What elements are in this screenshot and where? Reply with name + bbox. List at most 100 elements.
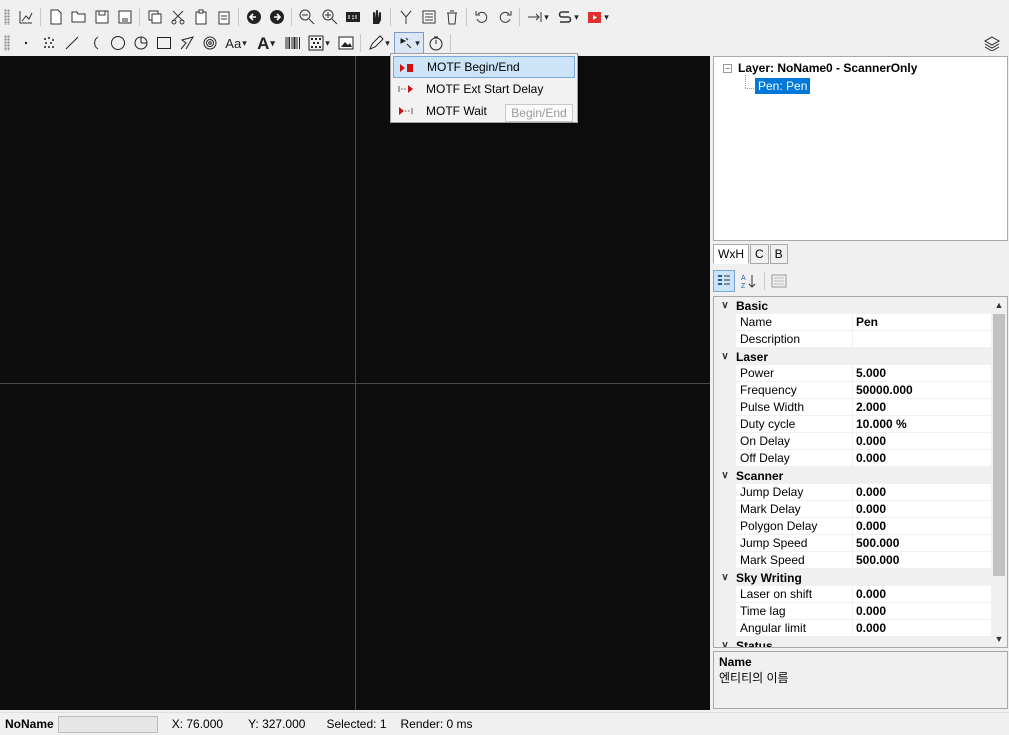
copy-icon[interactable] — [143, 6, 166, 28]
property-row-pulse-width[interactable]: Pulse Width 2.000 — [714, 398, 1007, 416]
polyline-icon[interactable] — [175, 32, 198, 54]
point-cloud-icon[interactable] — [37, 32, 60, 54]
layers-icon[interactable] — [980, 32, 1003, 54]
property-value[interactable]: 500.000 — [853, 553, 899, 567]
property-grid[interactable]: ∨ Basic Name Pen Description ∨ Laser Power 5… — [713, 296, 1008, 648]
category-basic[interactable]: ∨ Basic — [714, 297, 1007, 314]
chevron-down-icon[interactable]: ∨ — [714, 351, 736, 362]
toolbar-grip[interactable] — [4, 9, 10, 25]
property-row-jump-delay[interactable]: Jump Delay 0.000 — [714, 483, 1007, 501]
list-icon[interactable] — [417, 6, 440, 28]
collapse-icon[interactable]: − — [723, 63, 732, 73]
datamatrix-dropdown-icon[interactable] — [304, 32, 334, 54]
chevron-down-icon[interactable]: ∨ — [714, 300, 736, 311]
tab-b[interactable]: B — [769, 244, 788, 264]
pan-hand-icon[interactable] — [364, 6, 387, 28]
scroll-up-icon[interactable]: ▲ — [991, 297, 1007, 313]
property-value[interactable]: 0.000 — [853, 502, 886, 516]
property-row-duty-cycle[interactable]: Duty cycle 10.000 % — [714, 415, 1007, 433]
property-row-jump-speed[interactable]: Jump Speed 500.000 — [714, 534, 1007, 552]
property-value[interactable]: 0.000 — [853, 451, 886, 465]
property-value[interactable]: 0.000 — [853, 434, 886, 448]
property-row-polygon-delay[interactable]: Polygon Delay 0.000 — [714, 517, 1007, 535]
property-row-angular-limit[interactable]: Angular limit 0.000 — [714, 619, 1007, 637]
clipboard-icon[interactable] — [212, 6, 235, 28]
categorized-icon[interactable] — [713, 270, 735, 292]
category-sky-writing[interactable]: ∨ Sky Writing — [714, 569, 1007, 586]
scroll-down-icon[interactable]: ▼ — [991, 631, 1007, 647]
line-icon[interactable] — [60, 32, 83, 54]
chevron-down-icon[interactable]: ∨ — [714, 470, 736, 481]
path-dropdown-icon[interactable] — [553, 6, 583, 28]
arrow-right-icon[interactable] — [265, 6, 288, 28]
tab-c[interactable]: C — [750, 244, 769, 264]
property-value[interactable]: 2.000 — [853, 400, 886, 414]
sort-alphabetical-icon[interactable]: AZ — [737, 270, 759, 292]
timer-icon[interactable] — [424, 32, 447, 54]
zoom-in-icon[interactable] — [318, 6, 341, 28]
rotate-cw-icon[interactable] — [493, 6, 516, 28]
align-dropdown-icon[interactable] — [523, 6, 553, 28]
property-value[interactable]: 0.000 — [853, 604, 886, 618]
property-value[interactable]: 5.000 — [853, 366, 886, 380]
property-row-time-lag[interactable]: Time lag 0.000 — [714, 602, 1007, 620]
pen-dropdown-icon[interactable] — [364, 32, 394, 54]
property-pages-icon[interactable] — [768, 270, 790, 292]
chevron-down-icon[interactable]: ∨ — [714, 572, 736, 583]
save-as-icon[interactable] — [113, 6, 136, 28]
property-row-frequency[interactable]: Frequency 50000.000 — [714, 381, 1007, 399]
merge-icon[interactable] — [394, 6, 417, 28]
layer-tree[interactable]: − Layer: NoName0 - ScannerOnly Pen: Pen — [713, 56, 1008, 241]
property-value[interactable]: Pen — [853, 315, 878, 329]
property-row-description[interactable]: Description — [714, 330, 1007, 348]
property-row-off-delay[interactable]: Off Delay 0.000 — [714, 449, 1007, 467]
category-laser[interactable]: ∨ Laser — [714, 348, 1007, 365]
zoom-actual-size-icon[interactable] — [341, 6, 364, 28]
new-file-icon[interactable] — [44, 6, 67, 28]
delete-icon[interactable] — [440, 6, 463, 28]
rotate-ccw-icon[interactable] — [470, 6, 493, 28]
circle-icon[interactable] — [106, 32, 129, 54]
open-folder-icon[interactable] — [67, 6, 90, 28]
property-value[interactable]: 10.000 % — [853, 417, 907, 431]
arrow-left-icon[interactable] — [242, 6, 265, 28]
property-row-name[interactable]: Name Pen — [714, 313, 1007, 331]
tree-node-layer[interactable]: − Layer: NoName0 - ScannerOnly — [723, 61, 917, 75]
zoom-out-icon[interactable] — [295, 6, 318, 28]
tab-wxh[interactable]: WxH — [713, 244, 749, 264]
scrollbar-thumb[interactable] — [993, 314, 1005, 576]
toolbar-grip[interactable] — [4, 35, 10, 51]
property-row-mark-speed[interactable]: Mark Speed 500.000 — [714, 551, 1007, 569]
property-value[interactable]: 0.000 — [853, 621, 886, 635]
menu-item-motf-begin-end[interactable]: MOTF Begin/End — [393, 56, 575, 78]
category-status[interactable]: ∨ Status — [714, 637, 1007, 647]
menu-item-motf-ext-start-delay[interactable]: MOTF Ext Start Delay — [393, 78, 575, 100]
property-row-on-delay[interactable]: On Delay 0.000 — [714, 432, 1007, 450]
graph-icon[interactable] — [14, 6, 37, 28]
paste-icon[interactable] — [189, 6, 212, 28]
property-row-mark-delay[interactable]: Mark Delay 0.000 — [714, 500, 1007, 518]
spiral-icon[interactable] — [198, 32, 221, 54]
text-large-dropdown-icon[interactable]: A — [251, 32, 281, 54]
chevron-down-icon[interactable]: ∨ — [714, 640, 736, 647]
property-value[interactable]: 500.000 — [853, 536, 899, 550]
rectangle-icon[interactable] — [152, 32, 175, 54]
ellipse-arc-icon[interactable] — [129, 32, 152, 54]
save-icon[interactable] — [90, 6, 113, 28]
tree-node-pen[interactable]: Pen: Pen — [755, 78, 811, 94]
arc-icon[interactable] — [83, 32, 106, 54]
property-value[interactable]: 0.000 — [853, 485, 886, 499]
barcode-icon[interactable] — [281, 32, 304, 54]
property-row-power[interactable]: Power 5.000 — [714, 364, 1007, 382]
cut-icon[interactable] — [166, 6, 189, 28]
drawing-canvas[interactable] — [0, 56, 710, 710]
vertical-scrollbar[interactable]: ▲ ▼ — [991, 297, 1007, 647]
property-value[interactable]: 50000.000 — [853, 383, 913, 397]
text-font-dropdown-icon[interactable]: Aa — [221, 32, 251, 54]
marker-run-dropdown-icon[interactable] — [583, 6, 613, 28]
image-icon[interactable] — [334, 32, 357, 54]
property-value[interactable]: 0.000 — [853, 519, 886, 533]
point-icon[interactable] — [14, 32, 37, 54]
property-value[interactable]: 0.000 — [853, 587, 886, 601]
motf-dropdown-icon[interactable] — [394, 32, 424, 54]
